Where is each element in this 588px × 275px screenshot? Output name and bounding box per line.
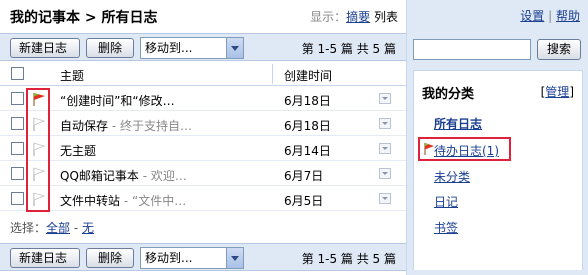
row-date: 6月18日 [284, 119, 331, 133]
move-to-value: 移动到... [145, 251, 193, 265]
select-label: 选择： [10, 221, 47, 235]
bottom-toolbar: 新建日志 删除 移动到... 第 1-5 篇 共 5 篇 [0, 243, 406, 271]
category-all-notes[interactable]: 所有日志 [434, 115, 482, 132]
row-checkbox[interactable] [11, 167, 24, 180]
move-to-select[interactable]: 移动到... [140, 37, 244, 59]
row-menu-icon[interactable] [379, 168, 391, 179]
row-menu-icon[interactable] [379, 93, 391, 104]
row-date: 6月5日 [284, 194, 324, 208]
categories-title: 我的分类 [422, 87, 475, 102]
row-date: 6月14日 [284, 144, 331, 158]
row-menu-icon[interactable] [379, 118, 391, 129]
row-subject[interactable]: QQ邮箱记事本 - 欢迎… [60, 167, 265, 184]
help-link[interactable]: 帮助 [556, 9, 580, 23]
display-label: 显示： [310, 10, 347, 24]
category-uncategorized[interactable]: 未分类 [434, 168, 470, 185]
move-to-select[interactable]: 移动到... [140, 247, 244, 269]
view-summary-link[interactable]: 摘要 [346, 10, 370, 24]
delete-button[interactable]: 删除 [86, 38, 134, 58]
table-row[interactable]: 无主题 6月14日 [0, 137, 406, 161]
notes-main-panel: 我的记事本 > 所有日志 显示：摘要 列表 新建日志 删除 移动到... 第 1… [0, 0, 406, 275]
row-subject[interactable]: 自动保存 - 终于支持自… [60, 117, 265, 134]
row-menu-icon[interactable] [379, 193, 391, 204]
category-diary[interactable]: 日记 [434, 193, 458, 210]
sidebar: 设置 | 帮助 搜索 我的分类 [管理] 所有日志 待办日志(1) 未分类 日记… [406, 0, 588, 275]
select-separator: - [70, 221, 82, 235]
manage-categories: [管理] [540, 85, 574, 99]
column-divider [272, 64, 273, 84]
new-note-button[interactable]: 新建日志 [10, 248, 80, 268]
table-row[interactable]: 自动保存 - 终于支持自… 6月18日 [0, 112, 406, 136]
row-subject[interactable]: 无主题 [60, 142, 265, 159]
select-all-checkbox[interactable] [11, 67, 24, 80]
row-checkbox[interactable] [11, 142, 24, 155]
manage-link[interactable]: 管理 [545, 85, 569, 99]
table-row[interactable]: 文件中转站 - “文件中… 6月5日 [0, 187, 406, 211]
category-panel: 我的分类 [管理] 所有日志 待办日志(1) 未分类 日记 书签 [413, 70, 583, 270]
table-row[interactable]: “创建时间”和“修改… 6月18日 [0, 87, 406, 111]
settings-link[interactable]: 设置 [520, 9, 544, 23]
dropdown-arrow-icon[interactable] [226, 38, 243, 58]
move-to-value: 移动到... [145, 41, 193, 55]
row-menu-icon[interactable] [379, 143, 391, 154]
row-date: 6月18日 [284, 94, 331, 108]
pager-info: 第 1-5 篇 共 5 篇 [301, 252, 396, 266]
row-checkbox[interactable] [11, 92, 24, 105]
select-none-link[interactable]: 无 [82, 221, 94, 235]
top-links-separator: | [544, 9, 556, 23]
new-note-button[interactable]: 新建日志 [10, 38, 80, 58]
row-subject[interactable]: 文件中转站 - “文件中… [60, 192, 265, 209]
column-created-time: 创建时间 [284, 69, 333, 83]
top-links: 设置 | 帮助 [520, 7, 580, 24]
table-row[interactable]: QQ邮箱记事本 - 欢迎… 6月7日 [0, 162, 406, 186]
view-list-current: 列表 [373, 10, 398, 24]
page-title: 我的记事本 > 所有日志 [10, 10, 158, 26]
row-checkbox[interactable] [11, 117, 24, 130]
row-checkbox[interactable] [11, 192, 24, 205]
todo-category-highlight [418, 137, 511, 161]
flag-column-highlight [26, 88, 50, 212]
column-subject: 主题 [60, 69, 85, 83]
select-all-link[interactable]: 全部 [46, 221, 70, 235]
row-date: 6月7日 [284, 169, 324, 183]
selection-shortcuts: 选择：全部 - 无 [10, 219, 94, 236]
title-bar: 我的记事本 > 所有日志 显示：摘要 列表 [0, 0, 406, 32]
table-header: 主题 创建时间 [0, 62, 406, 86]
row-subject[interactable]: “创建时间”和“修改… [60, 92, 265, 109]
top-toolbar: 新建日志 删除 移动到... 第 1-5 篇 共 5 篇 [0, 33, 406, 61]
dropdown-arrow-icon[interactable] [226, 248, 243, 268]
display-mode: 显示：摘要 列表 [310, 8, 398, 25]
search-button[interactable]: 搜索 [537, 39, 581, 60]
search-input[interactable] [413, 39, 531, 60]
delete-button[interactable]: 删除 [86, 248, 134, 268]
category-bookmarks[interactable]: 书签 [434, 219, 458, 236]
pager-info: 第 1-5 篇 共 5 篇 [301, 42, 396, 56]
